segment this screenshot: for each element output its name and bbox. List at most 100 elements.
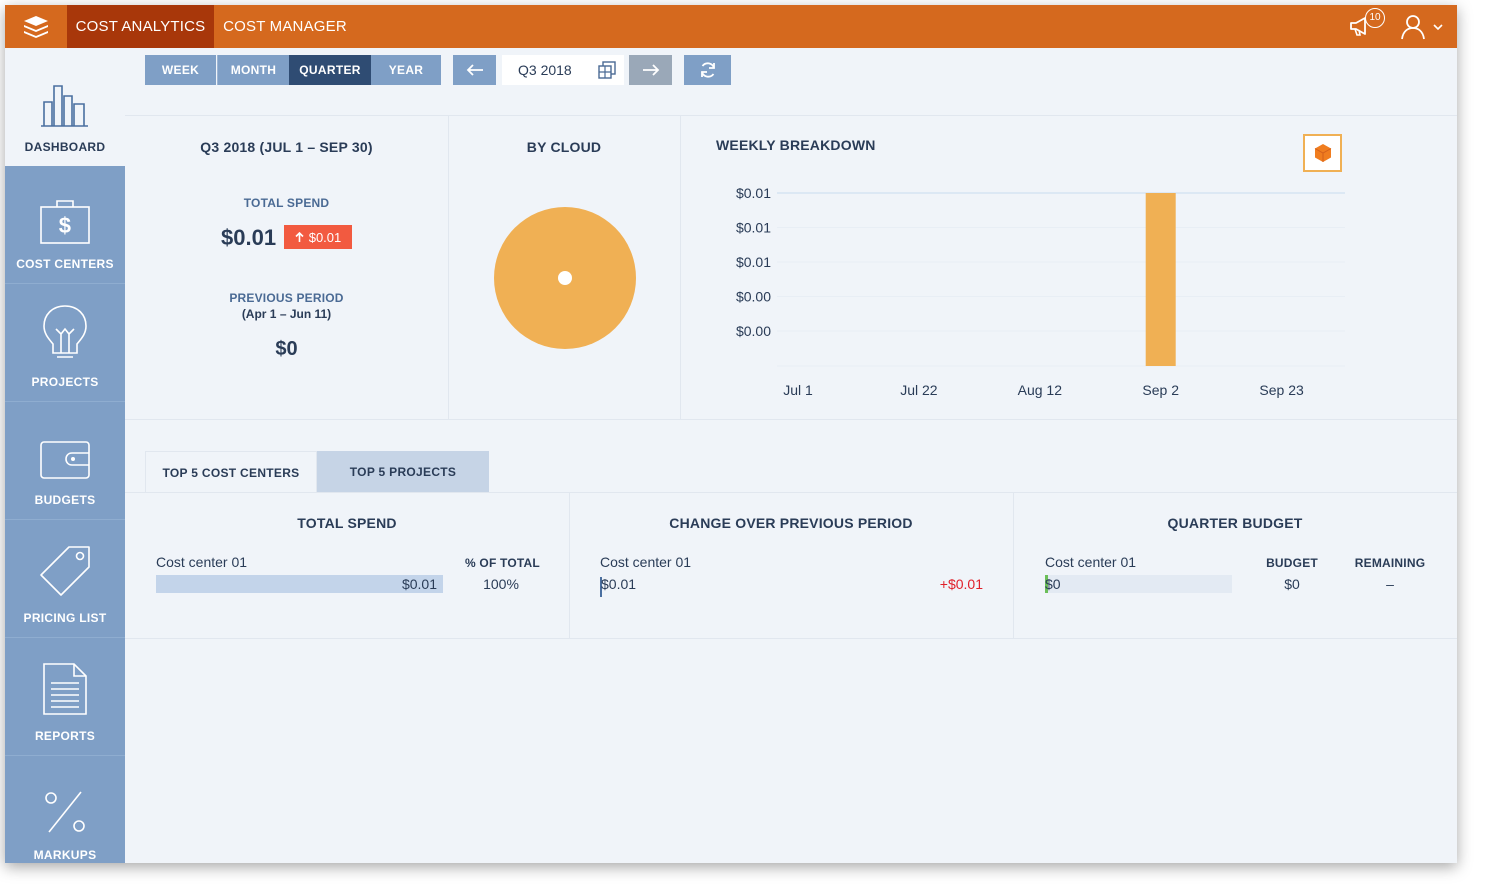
donut-hole [558, 271, 572, 285]
cost-center-name: Cost center 01 [156, 554, 248, 570]
y-tick-label: $0.00 [736, 323, 771, 339]
divider [569, 492, 570, 638]
period-week-button[interactable]: WEEK [145, 55, 216, 85]
calendar-icon [598, 61, 616, 79]
user-menu-button[interactable] [1399, 13, 1443, 41]
sidebar-item-label: MARKUPS [33, 848, 97, 862]
app-window: COST ANALYTICS COST MANAGER 10 DASHBOARD… [5, 5, 1457, 863]
y-tick-label: $0.01 [736, 185, 771, 201]
arrow-left-icon [466, 64, 483, 76]
sidebar-item-label: DASHBOARD [24, 140, 106, 154]
document-icon [43, 663, 87, 715]
chevron-down-icon [1433, 23, 1443, 30]
wallet-icon [40, 441, 90, 479]
percent-of-total-value: 100% [483, 576, 519, 592]
previous-period-button[interactable] [453, 55, 496, 85]
spend-change-badge: $0.01 [284, 225, 352, 249]
notifications-button[interactable]: 10 [1349, 7, 1385, 40]
sidebar-item-dashboard[interactable]: DASHBOARD [5, 48, 125, 166]
tab-cost-analytics[interactable]: COST ANALYTICS [67, 5, 214, 48]
budget-row-remaining: – [1386, 576, 1394, 592]
date-value: Q3 2018 [518, 62, 572, 78]
sidebar-item-budgets[interactable]: BUDGETS [5, 402, 125, 520]
sidebar-item-label: COST CENTERS [16, 257, 114, 271]
lightbulb-icon [43, 305, 87, 358]
x-tick-label: Sep 2 [1142, 382, 1179, 398]
x-tick-label: Jul 1 [783, 382, 813, 398]
user-icon [1401, 14, 1425, 39]
sidebar-item-markups[interactable]: MARKUPS [5, 756, 125, 863]
cube-icon [1314, 144, 1331, 162]
period-year-button[interactable]: YEAR [371, 55, 441, 85]
weekly-breakdown-title: WEEKLY BREAKDOWN [716, 137, 876, 153]
arrow-right-icon [642, 64, 659, 76]
percent-icon [45, 791, 85, 833]
percent-of-total-header: % OF TOTAL [465, 556, 540, 570]
divider [680, 115, 681, 419]
y-tick-label: $0.01 [736, 220, 771, 236]
previous-period-value: $0 [275, 338, 298, 360]
money-bag-icon: $ [40, 200, 90, 244]
total-spend-value: $0.01 [221, 225, 277, 250]
svg-text:$: $ [59, 213, 72, 238]
previous-period-label: PREVIOUS PERIOD [229, 291, 344, 305]
tab-top-5-cost-centers[interactable]: TOP 5 COST CENTERS [145, 451, 317, 493]
by-cloud-donut-chart[interactable] [493, 206, 637, 350]
previous-period-range: (Apr 1 – Jun 11) [241, 307, 332, 321]
sidebar-item-pricing-list[interactable]: PRICING LIST [5, 520, 125, 638]
divider [1013, 492, 1014, 638]
divider [125, 419, 1457, 420]
bar-chart-icon [41, 85, 88, 127]
sidebar-item-projects[interactable]: PROJECTS [5, 284, 125, 402]
change-row-delta: +$0.01 [939, 576, 983, 592]
budget-panel-title: QUARTER BUDGET [1167, 515, 1303, 531]
cost-center-name: Cost center 01 [600, 554, 692, 570]
x-tick-label: Jul 22 [900, 382, 938, 398]
app-logo-icon[interactable] [5, 5, 67, 48]
next-period-button[interactable] [629, 55, 672, 85]
cost-center-name: Cost center 01 [1045, 554, 1137, 570]
divider [125, 638, 1457, 639]
sidebar: DASHBOARD $ COST CENTERS PROJECTS BUDGET… [5, 48, 125, 863]
sidebar-item-label: PROJECTS [31, 375, 99, 389]
divider [448, 115, 449, 419]
change-row-value: $0.01 [601, 576, 637, 592]
price-tag-icon [40, 546, 90, 596]
x-tick-label: Aug 12 [1018, 382, 1063, 398]
total-spend-label: TOTAL SPEND [243, 196, 330, 210]
change-panel-title: CHANGE OVER PREVIOUS PERIOD [669, 515, 913, 531]
arrow-up-icon [295, 231, 304, 242]
by-cloud-title: BY CLOUD [526, 139, 602, 155]
budget-header: BUDGET [1266, 556, 1318, 570]
tab-top-5-projects[interactable]: TOP 5 PROJECTS [317, 451, 489, 493]
budget-row-value: $0 [1045, 576, 1061, 592]
period-month-button[interactable]: MONTH [217, 55, 289, 85]
spend-change-value: $0.01 [308, 229, 342, 245]
sidebar-item-cost-centers[interactable]: $ COST CENTERS [5, 166, 125, 284]
budget-row-budget: $0 [1284, 576, 1300, 592]
y-tick-label: $0.01 [736, 254, 771, 270]
sidebar-item-reports[interactable]: REPORTS [5, 638, 125, 756]
period-title: Q3 2018 (JUL 1 – SEP 30) [200, 139, 373, 155]
notification-badge: 10 [1365, 7, 1385, 28]
total-spend-row-value: $0.01 [401, 576, 437, 592]
weekly-breakdown-chart: $0.01 $0.01 $0.01 $0.00 $0.00 Jul 1 Jul 22 Aug… [736, 185, 1345, 398]
x-tick-label: Sep 23 [1259, 382, 1304, 398]
weekly-bar[interactable] [1145, 193, 1176, 366]
period-quarter-button[interactable]: QUARTER [289, 55, 371, 85]
sidebar-item-label: PRICING LIST [23, 611, 107, 625]
remaining-header: REMAINING [1354, 556, 1426, 570]
top-bar: COST ANALYTICS COST MANAGER 10 [5, 5, 1457, 48]
y-tick-label: $0.00 [736, 289, 771, 305]
refresh-button[interactable] [684, 55, 731, 85]
divider [125, 492, 1457, 493]
total-spend-panel-title: TOTAL SPEND [297, 515, 397, 531]
tab-cost-manager[interactable]: COST MANAGER [214, 5, 356, 48]
budget-bar [1045, 575, 1232, 593]
refresh-icon [700, 62, 715, 78]
sidebar-item-label: REPORTS [34, 729, 96, 743]
sidebar-item-label: BUDGETS [34, 493, 96, 507]
date-picker[interactable]: Q3 2018 [502, 55, 624, 85]
divider [125, 115, 1457, 116]
cloud-legend-button[interactable] [1303, 134, 1342, 172]
